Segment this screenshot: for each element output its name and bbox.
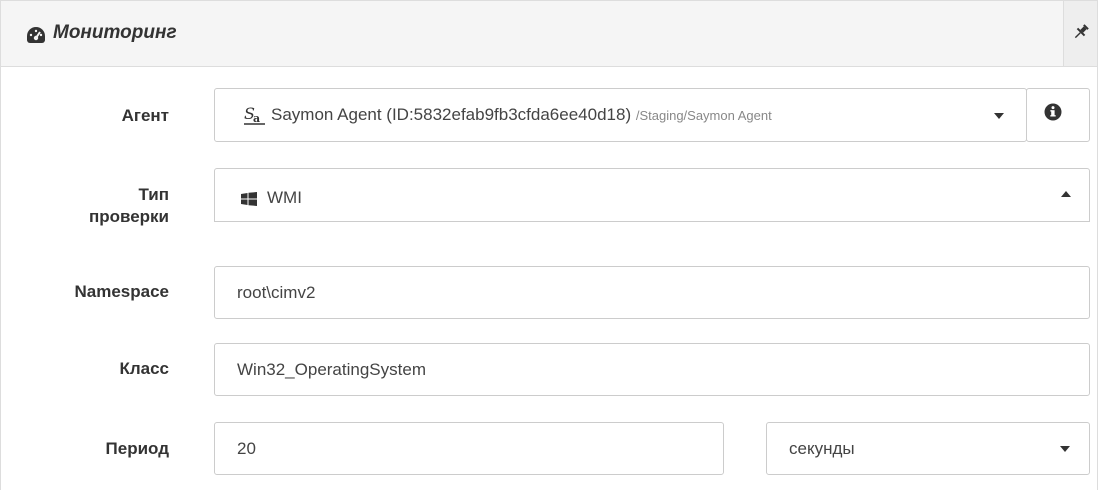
period-label: Период [105, 439, 169, 458]
dashboard-icon [26, 26, 46, 44]
svg-text:a: a [253, 112, 260, 125]
chevron-down-icon [1060, 446, 1070, 452]
check-type-label-line2: проверки [88, 207, 169, 226]
class-label: Класс [119, 359, 169, 378]
check-type-label: Тип проверки [9, 184, 169, 228]
namespace-label: Namespace [74, 282, 169, 301]
check-type-select[interactable]: WMI [214, 168, 1090, 222]
saymon-agent-icon: S a [244, 104, 266, 130]
chevron-down-icon [994, 113, 1004, 119]
agent-info-button[interactable] [1026, 88, 1090, 142]
period-unit-value: секунды [789, 438, 855, 458]
check-type-label-line1: Тип [138, 185, 169, 204]
chevron-up-icon [1061, 191, 1071, 197]
period-unit-select[interactable]: секунды [766, 422, 1090, 475]
agent-value: Saymon Agent (ID:5832efab9fb3cfda6ee40d1… [271, 105, 632, 124]
period-value: 20 [237, 438, 256, 458]
pushpin-icon [1074, 24, 1089, 39]
namespace-value: root\cimv2 [237, 282, 316, 302]
period-input[interactable]: 20 [214, 422, 724, 475]
agent-select[interactable]: S a Saymon Agent (ID:5832efab9fb3cfda6ee… [214, 88, 1027, 142]
class-input[interactable]: Win32_OperatingSystem [214, 343, 1090, 396]
windows-icon [241, 191, 257, 211]
agent-label: Агент [121, 106, 169, 125]
check-type-value: WMI [267, 188, 302, 207]
namespace-input[interactable]: root\cimv2 [214, 266, 1090, 319]
panel-title: Мониторинг [53, 22, 177, 43]
pin-button[interactable] [1063, 1, 1097, 66]
agent-path: /Staging/Saymon Agent [635, 108, 772, 123]
class-value: Win32_OperatingSystem [237, 359, 426, 379]
info-circle-icon [1044, 103, 1062, 121]
panel-header: Мониторинг [1, 1, 1097, 67]
monitoring-panel: Мониторинг Агент S a Saymon Agent (ID:58… [0, 0, 1098, 490]
